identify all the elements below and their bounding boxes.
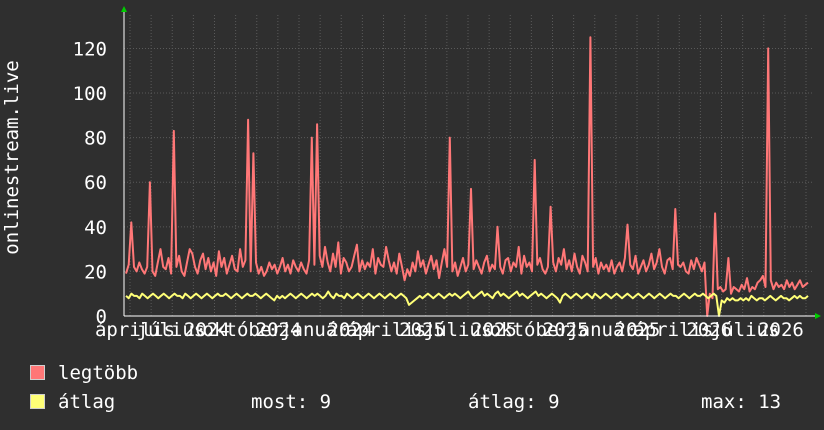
legend-item-avg: átlag most: 9 átlag: 9 max: 13 (30, 391, 810, 413)
chart-container: 0 20 40 60 80 100 120 onlinestream.live április j… (0, 0, 824, 430)
stat-now-value: 9 (319, 391, 332, 413)
legend-label-max: legtöbb (58, 362, 139, 384)
y-tick-label: 60 (84, 172, 107, 194)
legend-label-avg: átlag (58, 391, 116, 413)
x-axis-arrow (815, 313, 821, 319)
y-axis-title: onlinestream.live (1, 60, 23, 254)
series-line-max (125, 36, 809, 317)
stat-avg-value: 9 (548, 391, 560, 413)
stat-avg: átlag: 9 (468, 391, 560, 413)
y-tick-label: 40 (84, 217, 107, 239)
stat-now: most: 9 (251, 391, 331, 413)
y-tick-label: 100 (73, 83, 107, 105)
stat-max: max: 13 (701, 391, 781, 413)
legend-swatch-max (30, 365, 45, 380)
series-layer (125, 36, 809, 317)
y-axis-arrow (121, 6, 127, 12)
stat-max-label: max: (701, 391, 747, 413)
stat-max-value: 13 (758, 391, 782, 413)
stat-now-label: most: (251, 391, 309, 413)
y-tick-label: 120 (73, 38, 107, 60)
chart-svg: 020406080100120onlinestream.liveáprilisj… (1, 6, 821, 340)
y-tick-label: 20 (84, 261, 107, 283)
x-tick-label: 2026 (758, 319, 804, 340)
stat-avg-label: átlag: (468, 391, 537, 413)
legend-swatch-avg (30, 394, 45, 409)
y-tick-label: 80 (84, 128, 107, 150)
